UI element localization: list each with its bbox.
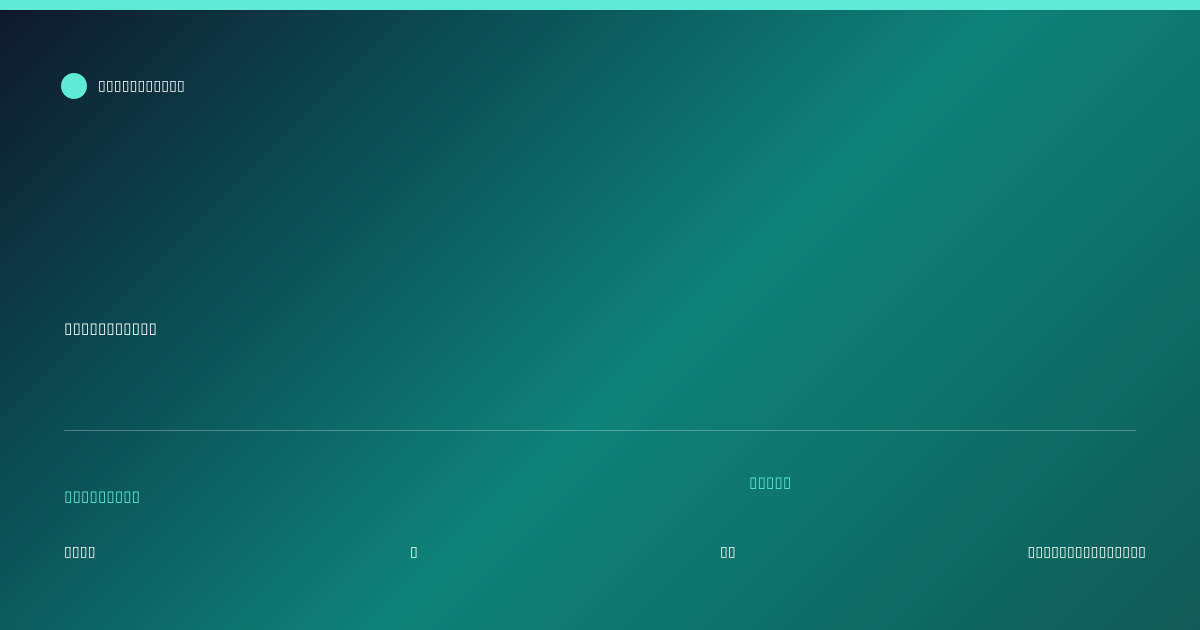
footer-meta-3: ▯▯ [720,544,736,560]
footer-meta-1: ▯▯▯▯ [64,544,96,560]
divider [64,430,1136,431]
accent-top-bar [0,0,1200,10]
brand-logo-icon [61,73,87,99]
headline: ▯▯▯▯▯▯▯▯▯▯▯ [64,319,157,337]
footer-label-left: ▯▯▯▯▯▯▯▯▯ [64,487,141,505]
footer-meta-2: ▯ [410,544,418,560]
footer-meta-4: ▯▯▯▯▯▯▯▯▯▯▯▯▯▯▯ [1027,544,1146,560]
brand: ▯▯▯▯▯▯▯▯▯▯▯ [61,73,185,99]
social-card: ▯▯▯▯▯▯▯▯▯▯▯ ▯▯▯▯▯▯▯▯▯▯▯ ▯▯▯▯▯▯▯▯▯ ▯▯▯▯▯ … [0,0,1200,630]
brand-name: ▯▯▯▯▯▯▯▯▯▯▯ [98,78,185,94]
footer-label-mid: ▯▯▯▯▯ [749,473,792,491]
